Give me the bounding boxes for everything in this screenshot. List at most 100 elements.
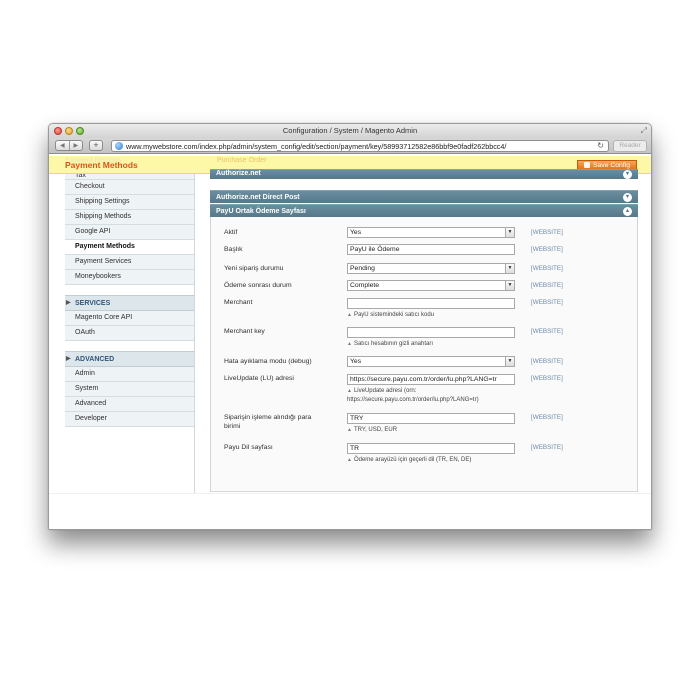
browser-toolbar: ◀ ▶ + www.mywebstore.com/index.php/admin…: [49, 138, 651, 154]
section-header-authorize-direct-post[interactable]: Authorize.net Direct Post ▼: [210, 190, 638, 203]
chevron-up-icon: ▲: [623, 207, 632, 216]
sidebar-item-shipping-methods[interactable]: Shipping Methods: [65, 210, 194, 225]
input-value: PayU ile Ödeme: [350, 246, 400, 253]
liveupdate-url-input[interactable]: https://secure.payu.com.tr/order/lu.php?…: [347, 374, 515, 385]
select-value: Complete: [350, 282, 380, 289]
back-arrow-icon[interactable]: ◀: [56, 141, 70, 150]
sidebar-item-moneybookers[interactable]: Moneybookers: [65, 270, 194, 285]
header-ghost-section: Purchase Order: [217, 157, 267, 164]
scope-label: [WEBSITE]: [531, 375, 563, 382]
input-value: https://secure.payu.com.tr/order/lu.php?…: [350, 376, 497, 383]
sidebar-item-admin[interactable]: Admin: [65, 367, 194, 382]
note-triangle-icon: ▲: [347, 457, 352, 463]
nav-buttons: ◀ ▶: [55, 140, 83, 151]
field-note: ▲ Ödeme arayüzü için geçerli dil (TR, EN,…: [347, 456, 522, 465]
baslik-input[interactable]: PayU ile Ödeme: [347, 244, 515, 255]
scope-label: [WEBSITE]: [531, 414, 563, 421]
sidebar-item-shipping-settings[interactable]: Shipping Settings: [65, 195, 194, 210]
scope-label: [WEBSITE]: [531, 265, 563, 272]
expand-arrow-icon: ▶: [66, 356, 71, 362]
forward-arrow-icon[interactable]: ▶: [70, 141, 83, 150]
scope-label: [WEBSITE]: [531, 299, 563, 306]
browser-window: Configuration / System / Magento Admin ⤢…: [48, 123, 652, 530]
title-bar: Configuration / System / Magento Admin ⤢: [49, 124, 651, 138]
note-text: PayU sistemindeki satıcı kodu: [353, 312, 434, 318]
note-text: Satıcı hesabının gizli anahtarı: [353, 341, 434, 347]
field-label: Ödeme sonrası durum: [224, 282, 292, 289]
save-icon: [583, 162, 590, 168]
note-triangle-icon: ▲: [347, 388, 352, 394]
payu-settings-panel: Aktif Yes ▼ [WEBSITE] Başlık PayU ile Öde…: [210, 217, 638, 492]
field-label: Hata ayıklama modu (debug): [224, 358, 312, 365]
sidebar-item-oauth[interactable]: OAuth: [65, 326, 194, 341]
dropdown-arrow-icon: ▼: [505, 228, 514, 237]
note-triangle-icon: ▲: [347, 341, 352, 347]
note-text: LiveUpdate adresi (orn:: [353, 388, 417, 394]
merchant-key-input[interactable]: [347, 327, 515, 338]
field-label: Merchant: [224, 299, 253, 306]
sidebar-group-label: SERVICES: [75, 300, 111, 307]
input-value: TRY: [350, 415, 364, 422]
sidebar-group-label: ADVANCED: [75, 356, 115, 363]
scope-label: [WEBSITE]: [531, 358, 563, 365]
reload-icon[interactable]: ↻: [597, 141, 604, 150]
config-sidebar: Tax Checkout Shipping Settings Shipping …: [65, 174, 195, 494]
reader-button[interactable]: Reader: [613, 140, 647, 152]
currency-input[interactable]: TRY: [347, 413, 515, 424]
field-label: Payu Dil sayfası: [224, 444, 273, 451]
add-bookmark-button[interactable]: +: [89, 140, 103, 151]
sidebar-item-developer[interactable]: Developer: [65, 412, 194, 427]
url-text[interactable]: www.mywebstore.com/index.php/admin/syste…: [126, 142, 506, 151]
address-bar[interactable]: www.mywebstore.com/index.php/admin/syste…: [111, 140, 609, 152]
note-triangle-icon: ▲: [347, 427, 352, 433]
expand-arrow-icon: ▶: [66, 300, 71, 306]
fullscreen-icon[interactable]: ⤢: [641, 126, 647, 136]
save-config-label: Save Config: [592, 162, 631, 169]
sidebar-item-core-api[interactable]: Magento Core API: [65, 311, 194, 326]
language-input[interactable]: TR: [347, 443, 515, 454]
scope-label: [WEBSITE]: [531, 246, 563, 253]
select-value: Yes: [350, 358, 362, 365]
input-value: TR: [350, 445, 360, 452]
config-main: Authorize.net ▼ Authorize.net Direct Post…: [210, 169, 638, 493]
dropdown-arrow-icon: ▼: [505, 357, 514, 366]
sidebar-item-checkout[interactable]: Checkout: [65, 180, 194, 195]
sidebar-item-advanced[interactable]: Advanced: [65, 397, 194, 412]
globe-icon: [115, 142, 123, 150]
select-value: Pending: [350, 265, 375, 272]
debug-mode-select[interactable]: Yes ▼: [347, 356, 515, 367]
scope-label: [WEBSITE]: [531, 328, 563, 335]
merchant-input[interactable]: [347, 298, 515, 309]
sidebar-item-system[interactable]: System: [65, 382, 194, 397]
scope-label: [WEBSITE]: [531, 444, 563, 451]
field-label-line1: Siparişin işleme alındığı para: [224, 414, 312, 421]
field-label: Siparişin işleme alındığı para birimi: [224, 413, 324, 431]
section-title: Authorize.net Direct Post: [216, 194, 300, 201]
select-value: Yes: [350, 229, 362, 236]
dropdown-arrow-icon: ▼: [505, 281, 514, 290]
note-text: TRY, USD, EUR: [353, 427, 398, 433]
section-header-authorize-net[interactable]: Authorize.net ▼: [210, 169, 638, 179]
sidebar-item-google-api[interactable]: Google API: [65, 225, 194, 240]
dropdown-arrow-icon: ▼: [505, 264, 514, 273]
note-text-line2: https://secure.payu.com.tr/order/lu.php?…: [347, 396, 479, 403]
field-label: Merchant key: [224, 328, 265, 335]
section-header-payu[interactable]: PayU Ortak Ödeme Sayfası ▲: [210, 204, 638, 217]
aktif-select[interactable]: Yes ▼: [347, 227, 515, 238]
field-label-line2: birimi: [224, 423, 241, 430]
page-footer-area: [49, 493, 651, 529]
field-note: ▲ TRY, USD, EUR: [347, 426, 522, 435]
page-content: Payment Methods Purchase Order Payment M…: [49, 155, 651, 529]
chevron-down-icon: ▼: [623, 193, 632, 202]
field-label: Yeni sipariş durumu: [224, 265, 284, 272]
sidebar-item-payment-methods[interactable]: Payment Methods: [65, 240, 194, 255]
sidebar-item-payment-services[interactable]: Payment Services: [65, 255, 194, 270]
sidebar-group-advanced[interactable]: ▶ ADVANCED: [65, 351, 194, 367]
new-order-status-select[interactable]: Pending ▼: [347, 263, 515, 274]
sidebar-group-services[interactable]: ▶ SERVICES: [65, 295, 194, 311]
note-triangle-icon: ▲: [347, 312, 352, 318]
window-title: Configuration / System / Magento Admin: [282, 126, 418, 135]
field-note: ▲ PayU sistemindeki satıcı kodu: [347, 311, 522, 320]
after-payment-status-select[interactable]: Complete ▼: [347, 280, 515, 291]
